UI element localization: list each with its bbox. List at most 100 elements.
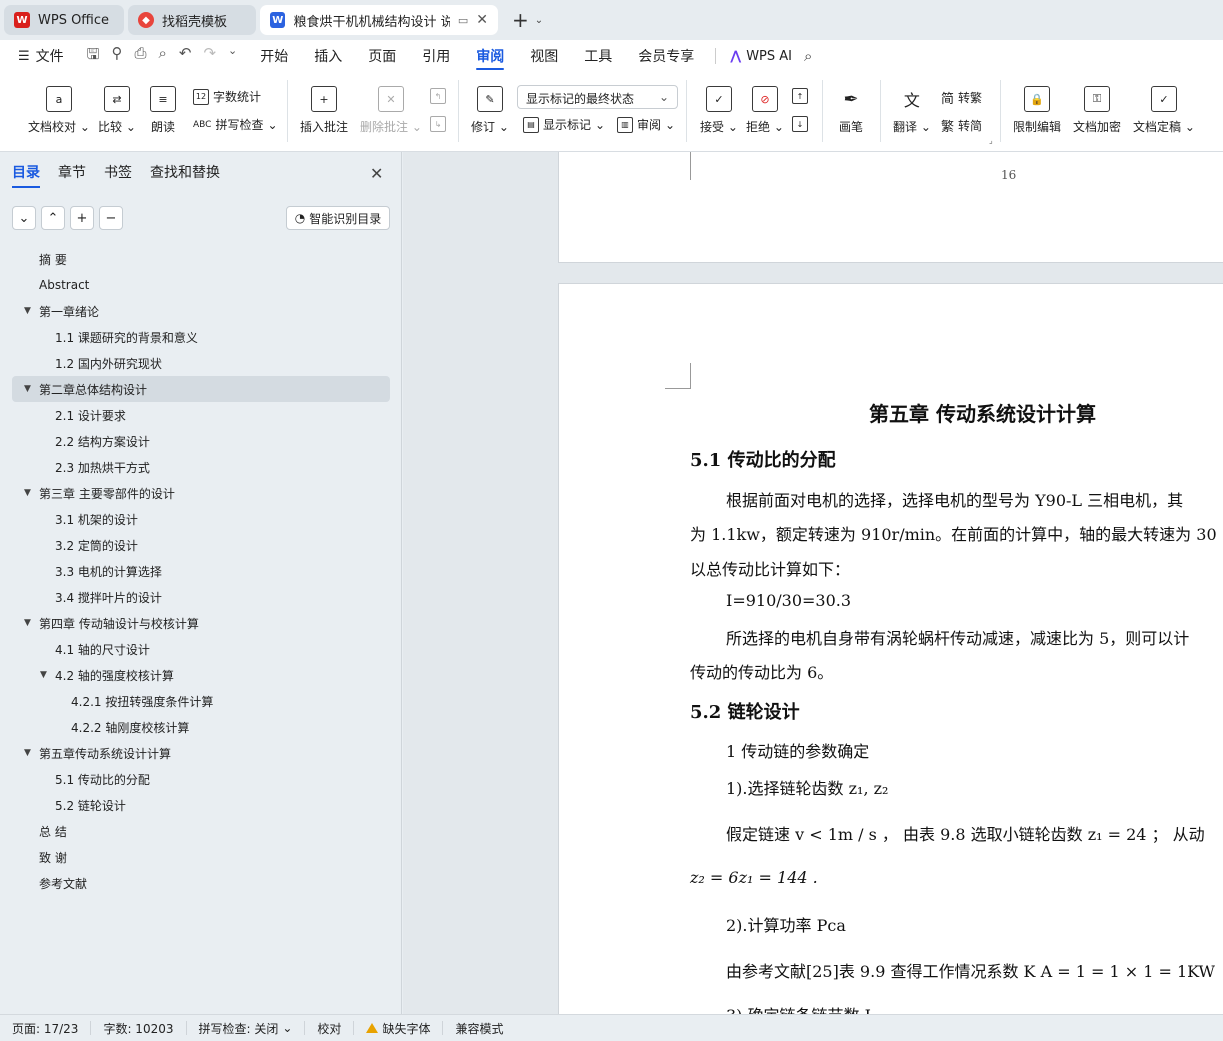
monitor-icon[interactable]: ▭ [458, 14, 468, 27]
tab-find-replace[interactable]: 查找和替换 [150, 162, 220, 188]
toc-item[interactable]: 4.2.2 轴刚度校核计算 [12, 714, 390, 740]
toc-item[interactable]: 3.2 定筒的设计 [12, 532, 390, 558]
tab-sections[interactable]: 章节 [58, 162, 86, 188]
toc-item[interactable]: 4.1 轴的尺寸设计 [12, 636, 390, 662]
toc-item[interactable]: 3.4 搅拌叶片的设计 [12, 584, 390, 610]
expand-group-icon[interactable]: ⌟ [989, 136, 993, 145]
show-markup-button[interactable]: ▤ 显示标记 ⌄ [523, 116, 605, 133]
menu-view[interactable]: 视图 [517, 40, 571, 72]
tab-wps-office[interactable]: W WPS Office [4, 5, 124, 35]
word-count-indicator[interactable]: 字数: 10203 [91, 1021, 187, 1036]
encrypt-button[interactable]: ⚿ 文档加密 [1073, 86, 1121, 135]
close-tab-icon[interactable]: ✕ [476, 12, 488, 28]
save-icon[interactable]: 🖫 [87, 44, 100, 69]
tab-current-document[interactable]: W 粮食烘干机机械结构设计 说明 ▭ ✕ [260, 5, 498, 35]
toc-item[interactable]: 1.2 国内外研究现状 [12, 350, 390, 376]
to-simplified-button[interactable]: 繁 转简 [941, 116, 982, 135]
collapse-arrow-icon[interactable]: ▼ [24, 618, 31, 628]
review-pane-button[interactable]: ▥ 审阅 ⌄ [617, 116, 675, 133]
redo-icon[interactable]: ↷ [203, 44, 216, 69]
close-pane-icon[interactable]: ✕ [370, 164, 383, 183]
revise-button[interactable]: ✎ 修订 ⌄ [471, 86, 509, 135]
toc-item[interactable]: 3.1 机架的设计 [12, 506, 390, 532]
spell-check-indicator[interactable]: 拼写检查: 关闭 ⌄ [187, 1021, 306, 1036]
expand-all-icon[interactable]: ⌄ [12, 206, 36, 230]
toc-item[interactable]: Abstract [12, 272, 390, 298]
menu-references[interactable]: 引用 [409, 40, 463, 72]
restrict-edit-button[interactable]: 🔒 限制编辑 [1013, 86, 1061, 135]
display-mode-dropdown[interactable]: 显示标记的最终状态 ⌄ [517, 85, 678, 109]
proofread-button[interactable]: a 文档校对 ⌄ [28, 86, 90, 135]
share-icon[interactable]: ⚲ [111, 44, 122, 69]
toc-item[interactable]: 1.1 课题研究的背景和意义 [12, 324, 390, 350]
search-icon[interactable]: ⌕ [804, 47, 812, 65]
toc-item[interactable]: 2.2 结构方案设计 [12, 428, 390, 454]
print-preview-icon[interactable]: ⌕ [158, 44, 166, 69]
menu-insert[interactable]: 插入 [301, 40, 355, 72]
collapse-arrow-icon[interactable]: ▼ [24, 384, 31, 394]
collapse-all-icon[interactable]: ⌃ [41, 206, 65, 230]
missing-font-indicator[interactable]: 缺失字体 [354, 1021, 444, 1036]
remove-heading-icon[interactable]: − [99, 206, 123, 230]
tab-docer-templates[interactable]: ◆ 找稻壳模板 [128, 5, 256, 35]
delete-comment-button[interactable]: ✕ 删除批注 ⌄ [360, 86, 422, 135]
collapse-arrow-icon[interactable]: ▼ [24, 306, 31, 316]
page-indicator[interactable]: 页面: 17/23 [0, 1021, 92, 1036]
menu-start[interactable]: 开始 [247, 40, 301, 72]
toc-item[interactable]: 3.3 电机的计算选择 [12, 558, 390, 584]
next-change-button[interactable]: ↓ [792, 116, 808, 132]
menu-review[interactable]: 审阅 [463, 40, 517, 72]
tab-list-chevron-icon[interactable]: ⌄ [535, 15, 543, 26]
proof-indicator[interactable]: 校对 [305, 1021, 355, 1036]
finalize-button[interactable]: ✓ 文档定稿 ⌄ [1133, 86, 1195, 135]
menu-tools[interactable]: 工具 [571, 40, 625, 72]
toc-item[interactable]: ▼ 第四章 传动轴设计与校核计算 [12, 610, 390, 636]
accept-button[interactable]: ✓ 接受 ⌄ [700, 86, 738, 135]
toc-item[interactable]: ▼ 第三章 主要零部件的设计 [12, 480, 390, 506]
new-tab-icon[interactable]: + [512, 8, 529, 32]
toc-item[interactable]: 4.2.1 按扭转强度条件计算 [12, 688, 390, 714]
toc-item[interactable]: ▼ 第五章传动系统设计计算 [12, 740, 390, 766]
document-canvas[interactable]: 16 第五章 传动系统设计计算 5.1 传动比的分配 根据前面对电机的选择，选择… [403, 152, 1223, 1014]
to-traditional-button[interactable]: 简 转繁 [941, 88, 982, 107]
spell-check-button[interactable]: ABC 拼写检查 ⌄ [193, 116, 278, 133]
wps-ai-button[interactable]: ⋀ WPS AI [724, 40, 798, 72]
compare-button[interactable]: ⇄ 比较 ⌄ [98, 86, 136, 135]
body-text: 3) 确定链条链节数 L [726, 1002, 875, 1014]
toc-item[interactable]: 2.1 设计要求 [12, 402, 390, 428]
toc-item[interactable]: ▼ 第二章总体结构设计 [12, 376, 390, 402]
translate-button[interactable]: 文 翻译 ⌄ [893, 86, 931, 135]
toc-item[interactable]: 2.3 加热烘干方式 [12, 454, 390, 480]
word-count-button[interactable]: 12 字数统计 [193, 88, 261, 105]
pen-button[interactable]: ✒ 画笔 [838, 86, 864, 135]
next-comment-button[interactable]: ↳ [430, 116, 446, 132]
tab-bookmarks[interactable]: 书签 [104, 162, 132, 188]
collapse-arrow-icon[interactable]: ▼ [24, 748, 31, 758]
smart-toc-button[interactable]: ◔ 智能识别目录 [286, 206, 390, 230]
toc-item[interactable]: 总 结 [12, 818, 390, 844]
undo-icon[interactable]: ↶ [179, 44, 192, 69]
reject-button[interactable]: ⊘ 拒绝 ⌄ [746, 86, 784, 135]
toc-item[interactable]: 5.1 传动比的分配 [12, 766, 390, 792]
file-menu[interactable]: ☰ 文件 [0, 40, 77, 72]
compat-mode-indicator[interactable]: 兼容模式 [443, 1021, 515, 1036]
insert-comment-button[interactable]: + 插入批注 [300, 86, 348, 135]
print-icon[interactable]: ⎙ [134, 44, 146, 69]
toc-item[interactable]: ▼ 第一章绪论 [12, 298, 390, 324]
collapse-arrow-icon[interactable]: ▼ [40, 670, 47, 680]
menu-page[interactable]: 页面 [355, 40, 409, 72]
read-aloud-button[interactable]: ≡ 朗读 [150, 86, 176, 135]
toc-item[interactable]: 摘 要 [12, 246, 390, 272]
toc-item[interactable]: ▼ 4.2 轴的强度校核计算 [12, 662, 390, 688]
toc-item[interactable]: 致 谢 [12, 844, 390, 870]
collapse-arrow-icon[interactable]: ▼ [24, 488, 31, 498]
tab-toc[interactable]: 目录 [12, 162, 40, 188]
toc-item[interactable]: 5.2 链轮设计 [12, 792, 390, 818]
menu-member[interactable]: 会员专享 [625, 40, 707, 72]
prev-comment-button[interactable]: ↰ [430, 88, 446, 104]
prev-change-button[interactable]: ↑ [792, 88, 808, 104]
add-heading-icon[interactable]: + [70, 206, 94, 230]
finalize-document-icon: ✓ [1150, 86, 1177, 112]
toc-item[interactable]: 参考文献 [12, 870, 390, 896]
more-chevron-icon[interactable]: ⌄ [228, 44, 237, 69]
